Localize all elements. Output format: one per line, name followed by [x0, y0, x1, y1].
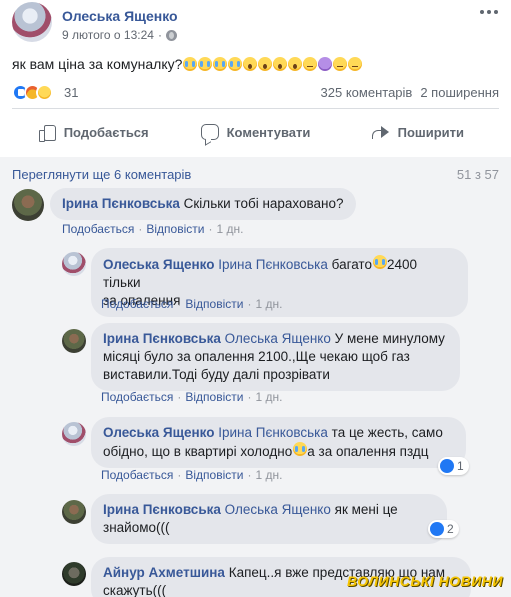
comment-time[interactable]: 1 дн. — [255, 390, 282, 404]
comment-time[interactable]: 1 дн. — [216, 222, 243, 236]
comments-section: Переглянути ще 6 коментарів 51 з 57 Ірин… — [0, 157, 511, 597]
comment-like-link[interactable]: Подобається — [101, 468, 173, 482]
like-reaction-icon — [440, 459, 454, 473]
commenter-avatar[interactable] — [62, 562, 86, 586]
comment-bubble: Ірина Пєнковська Олеська Ященко У мене м… — [91, 323, 460, 391]
comment-bubble: Ірина Пєнковська Скільки тобі нараховано… — [50, 188, 356, 220]
post-meta: 9 лютого о 13:24 · — [62, 28, 177, 42]
neutral-face-icon — [348, 57, 363, 71]
view-more-comments-link[interactable]: Переглянути ще 6 коментарів — [12, 167, 191, 182]
shares-count[interactable]: 2 поширення — [420, 85, 499, 100]
like-button[interactable]: Подобається — [12, 112, 174, 152]
comment-reactions-badge[interactable]: 1 — [438, 457, 469, 475]
comment-bubble: Ірина Пєнковська Олеська Ященко як мені … — [91, 494, 447, 544]
share-button[interactable]: Поширити — [337, 112, 499, 152]
astonished-face-icon — [273, 57, 288, 71]
crying-face-icon — [183, 57, 198, 71]
share-icon — [371, 124, 390, 140]
commenter-avatar[interactable] — [62, 329, 86, 353]
divider — [12, 108, 499, 109]
watermark: ВОЛИНСЬКІ НОВИНИ — [346, 573, 503, 589]
comment-like-link[interactable]: Подобається — [101, 390, 173, 404]
post-text: як вам ціна за комуналку? — [12, 56, 363, 72]
comments-count-of: 51 з 57 — [456, 167, 499, 182]
comment-meta: Подобається · Відповісти · 1 дн. — [62, 222, 244, 236]
astonished-face-icon — [243, 57, 258, 71]
comment-reply-link[interactable]: Відповісти — [185, 297, 243, 311]
astonished-face-icon — [258, 57, 273, 71]
reaction-count[interactable]: 31 — [64, 85, 78, 100]
comment-meta: Подобається · Відповісти · 1 дн. — [101, 468, 283, 482]
comment-meta: Подобається · Відповісти · 1 дн. — [101, 390, 283, 404]
comment-meta: Подобається · Відповісти · 1 дн. — [101, 297, 283, 311]
commenter-avatar[interactable] — [62, 500, 86, 524]
comment-reply-link[interactable]: Відповісти — [185, 468, 243, 482]
crying-face-icon — [213, 57, 228, 71]
comment-button[interactable]: Коментувати — [174, 112, 336, 152]
commenter-avatar[interactable] — [62, 252, 86, 276]
comment-bubble: Олеська Ященко Ірина Пєнковська та це же… — [91, 417, 466, 468]
comment-icon — [200, 124, 219, 140]
sad-reaction-icon — [36, 84, 53, 101]
author-avatar[interactable] — [12, 2, 52, 42]
commenter-avatar[interactable] — [62, 422, 86, 446]
comment-time[interactable]: 1 дн. — [255, 468, 282, 482]
comment-like-link[interactable]: Подобається — [62, 222, 134, 236]
comments-count[interactable]: 325 коментарів — [321, 85, 413, 100]
comment-reply-link[interactable]: Відповісти — [185, 390, 243, 404]
disappointed-face-icon — [303, 57, 318, 71]
reactions-row: 31 325 коментарів 2 поширення — [12, 82, 499, 102]
globe-icon — [165, 29, 177, 41]
post-actions: Подобається Коментувати Поширити — [12, 112, 499, 152]
more-options-icon[interactable] — [480, 10, 498, 14]
crying-face-icon — [198, 57, 213, 71]
purple-face-icon — [318, 57, 333, 71]
reaction-icons[interactable] — [12, 84, 66, 102]
crying-face-icon — [228, 57, 243, 71]
commenter-avatar[interactable] — [12, 189, 44, 221]
thumbs-up-icon — [38, 123, 56, 142]
comment-reactions-badge[interactable]: 2 — [428, 520, 459, 538]
post-date[interactable]: 9 лютого о 13:24 — [62, 28, 154, 42]
like-reaction-icon — [430, 522, 444, 536]
crying-face-icon — [293, 442, 308, 456]
post-header: Олеська Ященко 9 лютого о 13:24 · — [12, 2, 502, 48]
astonished-face-icon — [288, 57, 303, 71]
comment-like-link[interactable]: Подобається — [101, 297, 173, 311]
post-author[interactable]: Олеська Ященко — [62, 8, 178, 24]
comment-time[interactable]: 1 дн. — [255, 297, 282, 311]
crying-face-icon — [372, 255, 387, 269]
comment-reply-link[interactable]: Відповісти — [146, 222, 204, 236]
neutral-face-icon — [333, 57, 348, 71]
